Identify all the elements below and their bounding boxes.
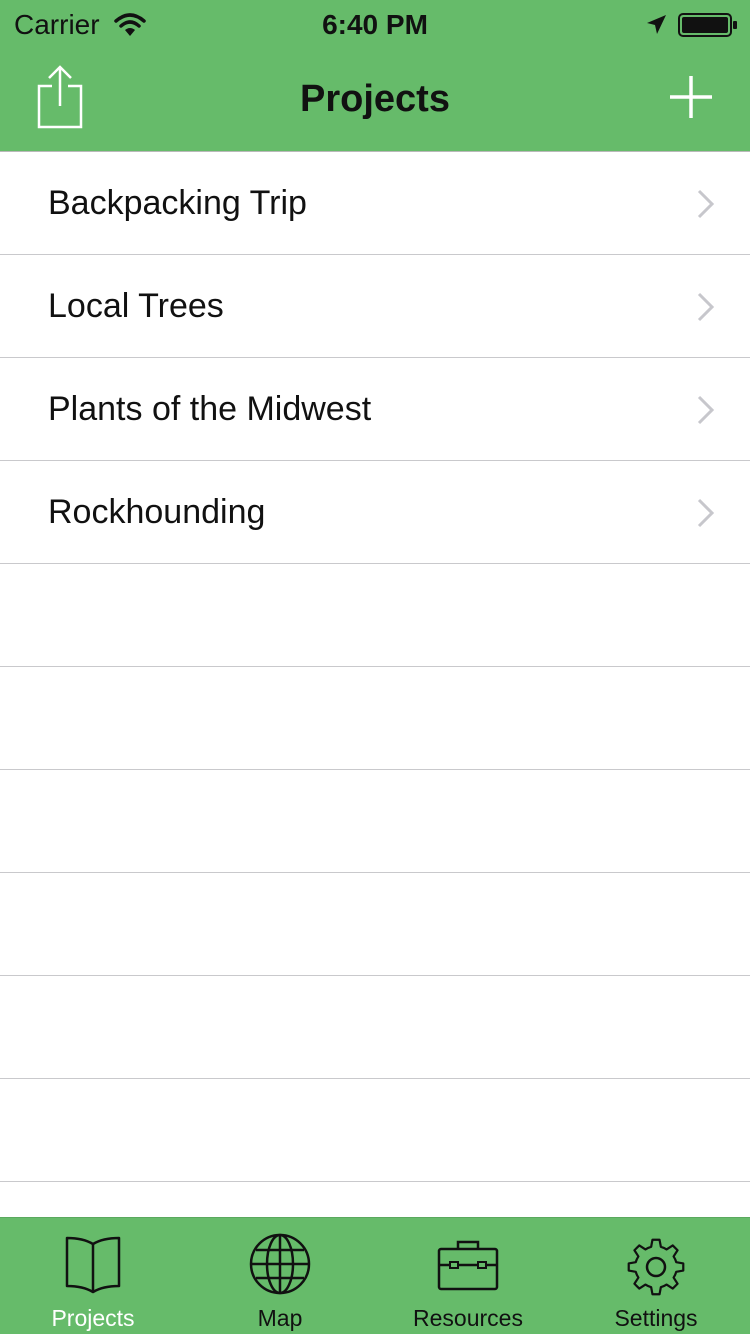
gear-icon: [627, 1238, 685, 1296]
chevron-right-icon: [697, 395, 715, 425]
chevron-right-icon: [697, 498, 715, 528]
briefcase-icon: [437, 1240, 499, 1291]
tab-resources[interactable]: Resources: [374, 1218, 562, 1334]
status-bar: Carrier 6:40 PM: [0, 0, 750, 50]
tab-label: Projects: [51, 1305, 135, 1331]
add-project-button[interactable]: [666, 72, 716, 122]
tab-label: Map: [257, 1305, 303, 1331]
project-row-local-trees[interactable]: Local Trees: [0, 255, 750, 358]
page-title: Projects: [300, 78, 450, 120]
tab-label: Resources: [413, 1305, 523, 1331]
chevron-right-icon: [697, 189, 715, 219]
empty-row: [0, 1182, 750, 1218]
nav-bar: Projects: [0, 50, 750, 152]
tab-map[interactable]: Map: [186, 1218, 374, 1334]
tab-projects[interactable]: Projects: [0, 1218, 186, 1334]
empty-row: [0, 873, 750, 976]
empty-row: [0, 667, 750, 770]
empty-row: [0, 1079, 750, 1182]
empty-row: [0, 564, 750, 667]
app-screen: Carrier 6:40 PM Projects Backpacking Tri…: [0, 0, 750, 1334]
project-row-plants-of-the-midwest[interactable]: Plants of the Midwest: [0, 358, 750, 461]
tab-settings[interactable]: Settings: [562, 1218, 750, 1334]
header: Carrier 6:40 PM Projects: [0, 0, 750, 152]
book-icon: [65, 1236, 121, 1294]
battery-icon: [678, 13, 737, 37]
project-label: Rockhounding: [48, 493, 266, 531]
project-label: Plants of the Midwest: [48, 390, 372, 428]
project-label: Backpacking Trip: [48, 184, 307, 222]
project-list: Backpacking Trip Local Trees Plants of t…: [0, 152, 750, 1218]
project-row-backpacking-trip[interactable]: Backpacking Trip: [0, 152, 750, 255]
empty-row: [0, 976, 750, 1079]
plus-icon: [670, 76, 712, 118]
location-arrow-icon: [647, 15, 666, 34]
empty-row: [0, 770, 750, 873]
globe-icon: [249, 1233, 311, 1295]
project-label: Local Trees: [48, 287, 224, 325]
status-time: 6:40 PM: [322, 9, 428, 40]
chevron-right-icon: [697, 292, 715, 322]
project-row-rockhounding[interactable]: Rockhounding: [0, 461, 750, 564]
tab-label: Settings: [614, 1305, 698, 1331]
tab-bar: Projects Map Resources Settings: [0, 1217, 750, 1334]
